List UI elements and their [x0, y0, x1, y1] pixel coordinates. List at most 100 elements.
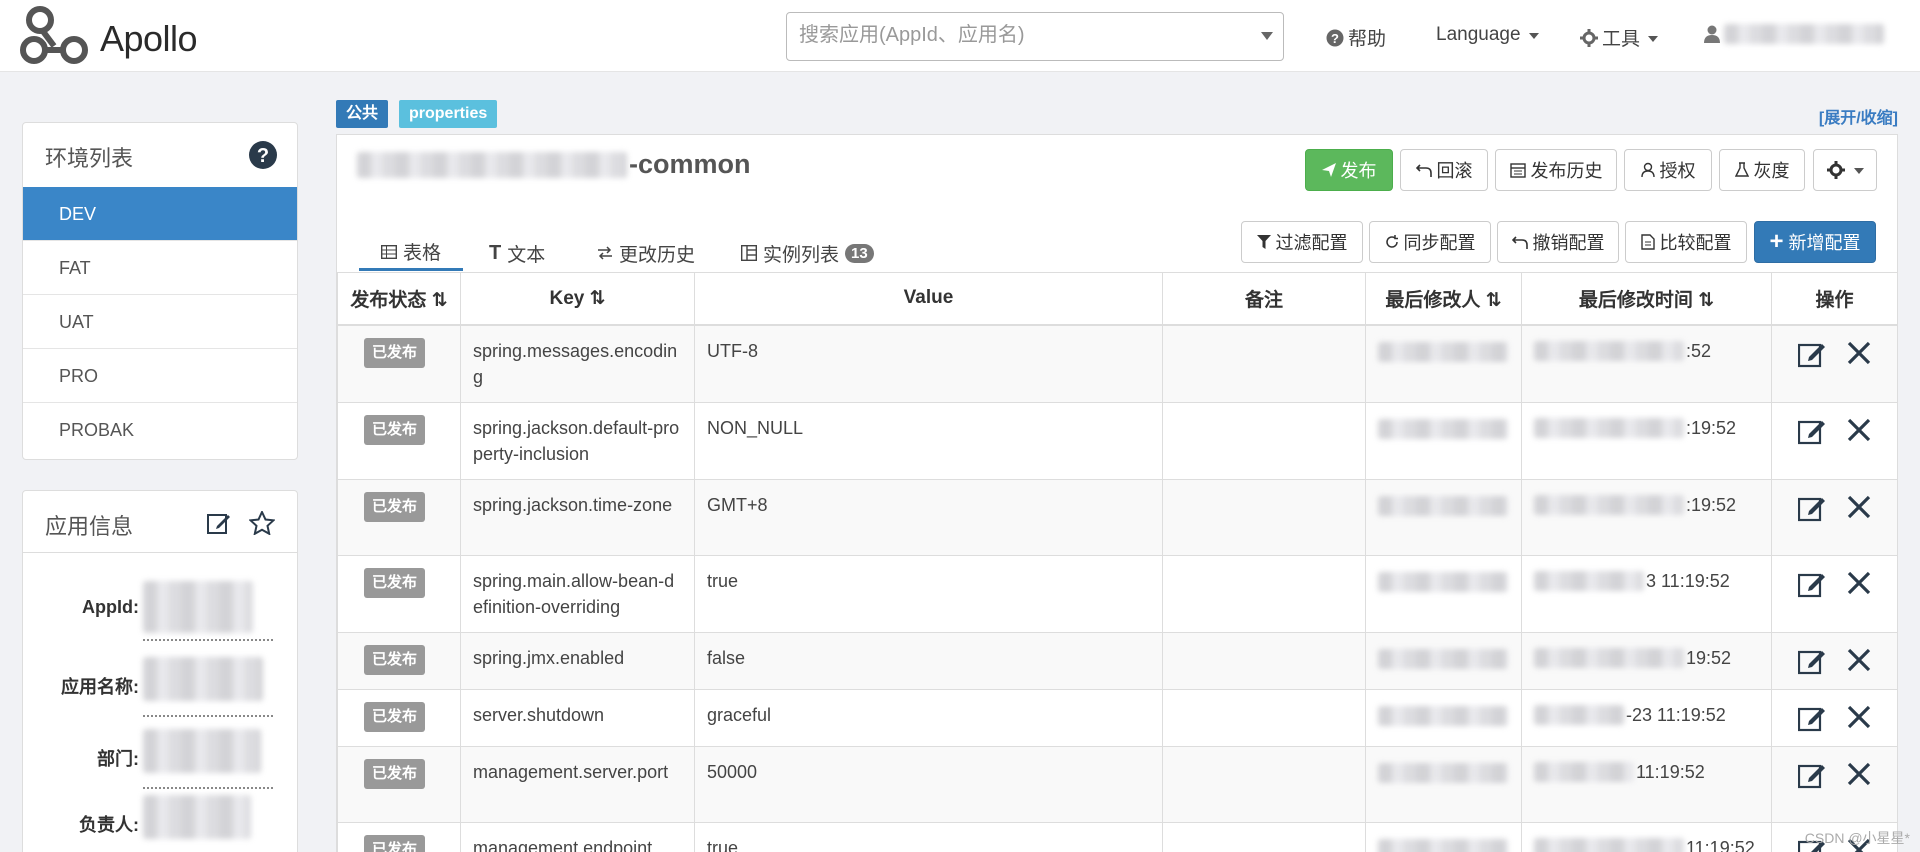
tab-instances[interactable]: 实例列表 13: [741, 235, 874, 271]
add-config-button[interactable]: + 新增配置: [1754, 221, 1876, 263]
env-item-pro[interactable]: PRO: [23, 349, 297, 403]
env-item-probak[interactable]: PROBAK: [23, 403, 297, 457]
actions-cell: [1771, 401, 1898, 480]
env-panel-title: 环境列表: [45, 146, 134, 171]
delete-icon[interactable]: [1846, 494, 1872, 520]
table-icon: [380, 244, 397, 259]
sync-config-button[interactable]: 同步配置: [1369, 221, 1491, 263]
time-suffix: :19:52: [1686, 417, 1737, 438]
value-cell: 50000: [694, 745, 1163, 823]
published-badge: 已发布: [364, 644, 426, 675]
top-navbar: Apollo ? 帮助 Language 工具: [0, 0, 1920, 72]
sort-icon: ⇅: [431, 289, 448, 311]
col-header-modified-time[interactable]: 最后修改时间 ⇅: [1521, 272, 1772, 326]
filter-config-button[interactable]: 过滤配置: [1241, 221, 1363, 263]
env-panel-header: 环境列表 ?: [23, 123, 297, 187]
compare-config-button[interactable]: 比较配置: [1625, 221, 1747, 263]
col-header-modifier[interactable]: 最后修改人 ⇅: [1365, 272, 1522, 326]
refresh-icon: [1385, 235, 1398, 248]
publish-history-label: 发布历史: [1530, 161, 1603, 181]
dept-value-blurred: [143, 729, 273, 789]
actions-cell: [1771, 324, 1898, 403]
time-blurred: [1534, 704, 1624, 725]
caret-down-icon: [1528, 33, 1539, 39]
delete-icon[interactable]: [1846, 417, 1872, 443]
search-input[interactable]: [799, 13, 1239, 58]
published-badge: 已发布: [364, 567, 426, 598]
tab-change-history[interactable]: 更改历史: [597, 235, 695, 271]
text-icon: T: [489, 241, 502, 264]
namespace-title: -common: [357, 149, 751, 180]
edit-icon[interactable]: [1797, 417, 1826, 445]
help-link[interactable]: ? 帮助: [1326, 24, 1386, 51]
time-blurred: [1534, 647, 1684, 668]
gray-release-button[interactable]: 灰度: [1719, 149, 1805, 191]
publish-button[interactable]: 发布: [1305, 149, 1393, 191]
edit-icon[interactable]: [1797, 704, 1826, 732]
logo-text[interactable]: Apollo: [100, 18, 198, 60]
rollback-label: 回滚: [1436, 161, 1473, 181]
language-dropdown[interactable]: Language: [1436, 24, 1539, 46]
comment-cell: [1162, 324, 1366, 403]
publish-history-button[interactable]: 发布历史: [1495, 149, 1617, 191]
sort-icon: ⇅: [1698, 289, 1715, 311]
tab-table[interactable]: 表格: [359, 235, 463, 271]
delete-icon[interactable]: [1846, 340, 1872, 366]
tools-dropdown[interactable]: 工具: [1580, 24, 1659, 51]
time-blurred: [1534, 837, 1684, 852]
apollo-logo-icon[interactable]: [20, 4, 92, 68]
time-suffix: -23 11:19:52: [1626, 704, 1726, 725]
grant-button[interactable]: 授权: [1624, 149, 1712, 191]
delete-icon[interactable]: [1846, 704, 1872, 730]
edit-icon[interactable]: [1797, 340, 1826, 368]
modifier-blurred: [1378, 418, 1508, 439]
sync-config-label: 同步配置: [1403, 233, 1476, 253]
user-menu[interactable]: [1704, 24, 1884, 44]
edit-icon[interactable]: [1797, 494, 1826, 522]
table-header-row: 发布状态 ⇅ Key ⇅ Value 备注 最后修改人 ⇅ 最后修改时间 ⇅ 操…: [337, 272, 1898, 326]
edit-icon[interactable]: [1797, 570, 1826, 598]
time-blurred: [1534, 570, 1644, 591]
star-icon[interactable]: [249, 511, 275, 535]
dropdown-caret-icon[interactable]: [1261, 32, 1273, 40]
table-row: 已发布 server.shutdown graceful -23 11:19:52: [337, 688, 1898, 747]
env-item-uat[interactable]: UAT: [23, 295, 297, 349]
edit-icon[interactable]: [1797, 647, 1826, 675]
delete-icon[interactable]: [1846, 570, 1872, 596]
value-cell: false: [694, 631, 1163, 690]
settings-dropdown-button[interactable]: [1813, 149, 1877, 191]
app-search-box[interactable]: [786, 12, 1284, 61]
user-outline-icon: [1640, 162, 1655, 178]
user-icon: [1704, 25, 1720, 43]
appname-row: 应用名称:: [23, 645, 299, 721]
format-tag: properties: [399, 100, 498, 128]
filter-icon: [1256, 235, 1271, 249]
col-header-actions: 操作: [1771, 272, 1898, 326]
modified-time-cell: 11:19:52: [1521, 821, 1772, 852]
namespace-panel: -common 发布 回滚 发布历史 授权 灰度 表格 T 文本 更改历史 实例…: [336, 134, 1898, 852]
svg-text:?: ?: [257, 145, 269, 167]
edit-icon[interactable]: [207, 511, 231, 535]
env-item-dev[interactable]: DEV: [23, 187, 297, 241]
owner-value-blurred: [143, 795, 273, 852]
key-cell: spring.jmx.enabled: [460, 631, 695, 690]
comment-cell: [1162, 688, 1366, 747]
delete-icon[interactable]: [1846, 761, 1872, 787]
rollback-button[interactable]: 回滚: [1400, 149, 1488, 191]
modified-time-cell: -23 11:19:52: [1521, 688, 1772, 747]
expand-collapse-link[interactable]: [展开/收缩]: [1819, 104, 1898, 128]
delete-icon[interactable]: [1846, 647, 1872, 673]
env-list-panel: 环境列表 ? DEV FAT UAT PRO PROBAK: [22, 122, 298, 460]
env-item-fat[interactable]: FAT: [23, 241, 297, 295]
col-header-key[interactable]: Key ⇅: [460, 272, 695, 326]
time-blurred: [1534, 340, 1684, 361]
undo-icon: [1415, 164, 1432, 177]
comment-cell: [1162, 821, 1366, 852]
tab-text[interactable]: T 文本: [489, 235, 545, 271]
table-row: 已发布 management.endpoint. true 11:19:52: [337, 821, 1898, 852]
col-header-status[interactable]: 发布状态 ⇅: [337, 272, 461, 326]
revoke-config-button[interactable]: 撤销配置: [1497, 221, 1619, 263]
help-circle-icon[interactable]: ?: [249, 141, 277, 169]
edit-icon[interactable]: [1797, 761, 1826, 789]
file-icon: [1640, 234, 1655, 250]
